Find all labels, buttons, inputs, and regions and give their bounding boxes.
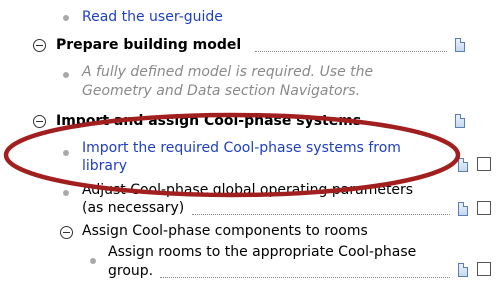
highlight-ellipse [3, 112, 461, 198]
